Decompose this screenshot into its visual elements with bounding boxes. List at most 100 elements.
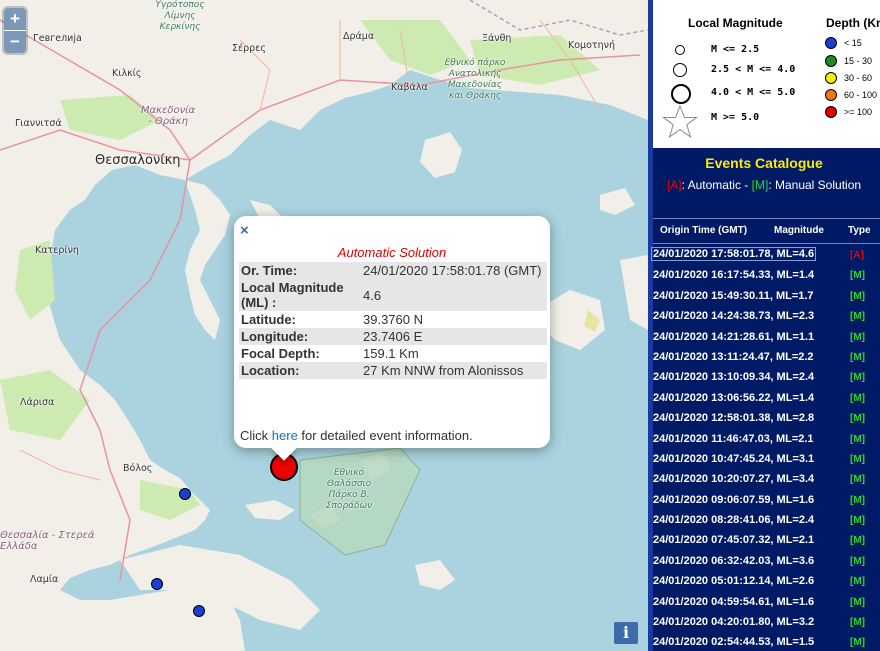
event-row-type: [M] [850, 617, 865, 629]
event-row[interactable]: 24/01/2020 05:01:12.14, ML=2.6 [M] [653, 572, 880, 592]
event-row-text[interactable]: 24/01/2020 08:28:41.06, ML=2.4 [653, 514, 814, 526]
event-row[interactable]: 24/01/2020 07:45:07.32, ML=2.1 [M] [653, 531, 880, 551]
detail-row-magnitude: Local Magnitude (ML) :4.6 [239, 279, 547, 311]
magnitude-legend-title: Local Magnitude [688, 16, 783, 30]
events-list: 24/01/2020 17:58:01.78, ML=4.6 [A] 24/01/2… [651, 246, 880, 651]
event-row[interactable]: 24/01/2020 11:46:47.03, ML=2.1 [M] [653, 430, 880, 450]
event-row[interactable]: 24/01/2020 16:17:54.33, ML=1.4 [M] [653, 266, 880, 286]
event-row-text[interactable]: 24/01/2020 11:46:47.03, ML=2.1 [653, 433, 814, 445]
col-type: Type [848, 225, 871, 236]
event-row[interactable]: 24/01/2020 06:32:42.03, ML=3.6 [M] [653, 552, 880, 572]
event-row-type: [M] [850, 351, 865, 363]
map-region-thess-ster: Θεσσαλία - Στερεά Ελλάδα [0, 530, 95, 552]
event-row-type: [M] [850, 596, 865, 608]
event-row-text[interactable]: 24/01/2020 05:01:12.14, ML=2.6 [653, 575, 814, 587]
event-row-text[interactable]: 24/01/2020 04:59:54.61, ML=1.6 [653, 596, 814, 608]
detail-key: Local Magnitude (ML) : [239, 279, 361, 311]
event-row[interactable]: 24/01/2020 15:49:30.11, ML=1.7 [M] [653, 287, 880, 307]
detail-key: Latitude: [241, 312, 296, 327]
event-row[interactable]: 24/01/2020 17:58:01.78, ML=4.6 [A] [651, 246, 880, 266]
event-row-text[interactable]: 24/01/2020 13:11:24.47, ML=2.2 [653, 351, 814, 363]
map-label-gevgelija: Гевгелија [33, 33, 82, 44]
event-row-text[interactable]: 24/01/2020 07:45:07.32, ML=2.1 [653, 534, 814, 546]
event-details-link[interactable]: here [272, 428, 298, 443]
event-details-table: Or. Time: 24/01/2020 17:58:01.78 (GMT) Lo… [239, 262, 547, 379]
event-row-type: [M] [850, 311, 865, 323]
automatic-text: : Automatic - [681, 178, 752, 192]
event-row[interactable]: 24/01/2020 04:20:01.80, ML=3.2 [M] [653, 613, 880, 633]
magnitude-row: 4.0 < M <= 5.0 [711, 87, 796, 98]
map-label-sporades-park: Εθνικό Θαλάσσιο Πάρκο Β. Σποράδων [325, 468, 373, 511]
event-row[interactable]: 24/01/2020 02:54:44.53, ML=1.5 [M] [653, 633, 880, 651]
depth-row: < 15 [844, 38, 862, 48]
detail-value: 23.7406 E [361, 328, 547, 345]
event-row[interactable]: 24/01/2020 10:20:07.27, ML=3.4 [M] [653, 470, 880, 490]
event-row-text[interactable]: 24/01/2020 02:54:44.53, ML=1.5 [653, 636, 814, 648]
zoom-in-button[interactable]: + [4, 8, 26, 31]
zoom-out-button[interactable]: − [4, 31, 26, 53]
depth-legend-title: Depth (Km) [826, 16, 880, 30]
event-row-text[interactable]: 24/01/2020 12:58:01.38, ML=2.8 [653, 412, 814, 424]
map-label-giannitsa: Γιαννιτσά [15, 118, 62, 129]
detail-row-latitude: Latitude: 39.3760 N [239, 311, 547, 328]
detail-value: 4.6 [361, 279, 547, 311]
event-row[interactable]: 24/01/2020 14:24:38.73, ML=2.3 [M] [653, 307, 880, 327]
event-row-text[interactable]: 24/01/2020 04:20:01.80, ML=3.2 [653, 616, 814, 628]
event-row-text[interactable]: 24/01/2020 15:49:30.11, ML=1.7 [653, 290, 814, 302]
side-panel: Local Magnitude Depth (Km) M <= 2.5 2.5 … [648, 0, 880, 651]
detail-key: Longitude: [239, 328, 361, 345]
event-row-text[interactable]: 24/01/2020 14:24:38.73, ML=2.3 [653, 310, 814, 322]
event-row-text[interactable]: 24/01/2020 14:21:28.61, ML=1.1 [653, 331, 814, 343]
popup-close-button[interactable]: × [240, 222, 249, 239]
event-row-text[interactable]: 24/01/2020 17:58:01.78, ML=4.6 [651, 247, 817, 261]
map-label-katerini: Κατερίνη [35, 245, 79, 256]
map-view[interactable]: Гевгелија Κιλκίς Σέρρες Δράμα Ξάνθη Κομο… [0, 0, 648, 651]
popup-title: Automatic Solution [337, 245, 447, 260]
map-label-serres: Σέρρες [232, 43, 266, 54]
map-label-volos: Βόλος [123, 463, 153, 474]
event-row[interactable]: 24/01/2020 13:06:56.22, ML=1.4 [M] [653, 389, 880, 409]
map-label-park-amth: Εθνικό πάρκο Ανατολικής Μακεδονίας και Θ… [444, 58, 506, 101]
event-row-type: [M] [850, 270, 865, 282]
map-label-kerkini: Υγρότοπος Λίμνης Κερκίνης [155, 0, 205, 32]
event-row-text[interactable]: 24/01/2020 10:20:07.27, ML=3.4 [653, 473, 814, 485]
event-row-type: [M] [850, 331, 865, 343]
detail-key: Or. Time: [239, 262, 361, 279]
event-row-text[interactable]: 24/01/2020 13:10:09.34, ML=2.4 [653, 371, 814, 383]
event-row-text[interactable]: 24/01/2020 16:17:54.33, ML=1.4 [653, 269, 814, 281]
event-row[interactable]: 24/01/2020 12:58:01.38, ML=2.8 [M] [653, 409, 880, 429]
event-row[interactable]: 24/01/2020 04:59:54.61, ML=1.6 [M] [653, 593, 880, 613]
detail-value: 24/01/2020 17:58:01.78 (GMT) [361, 262, 547, 279]
event-row-text[interactable]: 24/01/2020 13:06:56.22, ML=1.4 [653, 392, 814, 404]
footer-post: for detailed event information. [297, 428, 473, 443]
event-row-text[interactable]: 24/01/2020 10:47:45.24, ML=3.1 [653, 453, 814, 465]
event-row[interactable]: 24/01/2020 09:06:07.59, ML=1.6 [M] [653, 491, 880, 511]
map-label-drama: Δράμα [343, 31, 375, 42]
map-label-lamia: Λαμία [30, 574, 59, 585]
map-label-komotini: Κομοτηνή [568, 40, 615, 51]
legend: Local Magnitude Depth (Km) M <= 2.5 2.5 … [653, 0, 880, 148]
event-marker[interactable] [151, 578, 163, 590]
manual-text: : Manual Solution [768, 178, 862, 192]
event-row[interactable]: 24/01/2020 14:21:28.61, ML=1.1 [M] [653, 328, 880, 348]
event-row[interactable]: 24/01/2020 13:10:09.34, ML=2.4 [M] [653, 368, 880, 388]
detail-key: Location: [239, 362, 361, 379]
event-row[interactable]: 24/01/2020 13:11:24.47, ML=2.2 [M] [653, 348, 880, 368]
magnitude-large-icon [671, 84, 691, 104]
depth-color-icon [825, 55, 837, 67]
event-row-text[interactable]: 24/01/2020 06:32:42.03, ML=3.6 [653, 555, 814, 567]
automatic-tag: [A] [666, 178, 682, 192]
magnitude-row: M >= 5.0 [711, 112, 760, 123]
event-row-type: [M] [850, 555, 865, 567]
depth-color-icon [825, 72, 837, 84]
event-row[interactable]: 24/01/2020 10:47:45.24, ML=3.1 [M] [653, 450, 880, 470]
detail-row-depth: Focal Depth: 159.1 Km [239, 345, 547, 362]
popup-footer: Click here for detailed event informatio… [240, 428, 473, 443]
event-row-text[interactable]: 24/01/2020 09:06:07.59, ML=1.6 [653, 494, 814, 506]
info-button[interactable]: i [614, 622, 638, 644]
event-row-type: [M] [850, 392, 865, 404]
event-marker[interactable] [193, 605, 205, 617]
depth-color-icon [825, 106, 837, 118]
event-marker[interactable] [179, 488, 191, 500]
event-row[interactable]: 24/01/2020 08:28:41.06, ML=2.4 [M] [653, 511, 880, 531]
